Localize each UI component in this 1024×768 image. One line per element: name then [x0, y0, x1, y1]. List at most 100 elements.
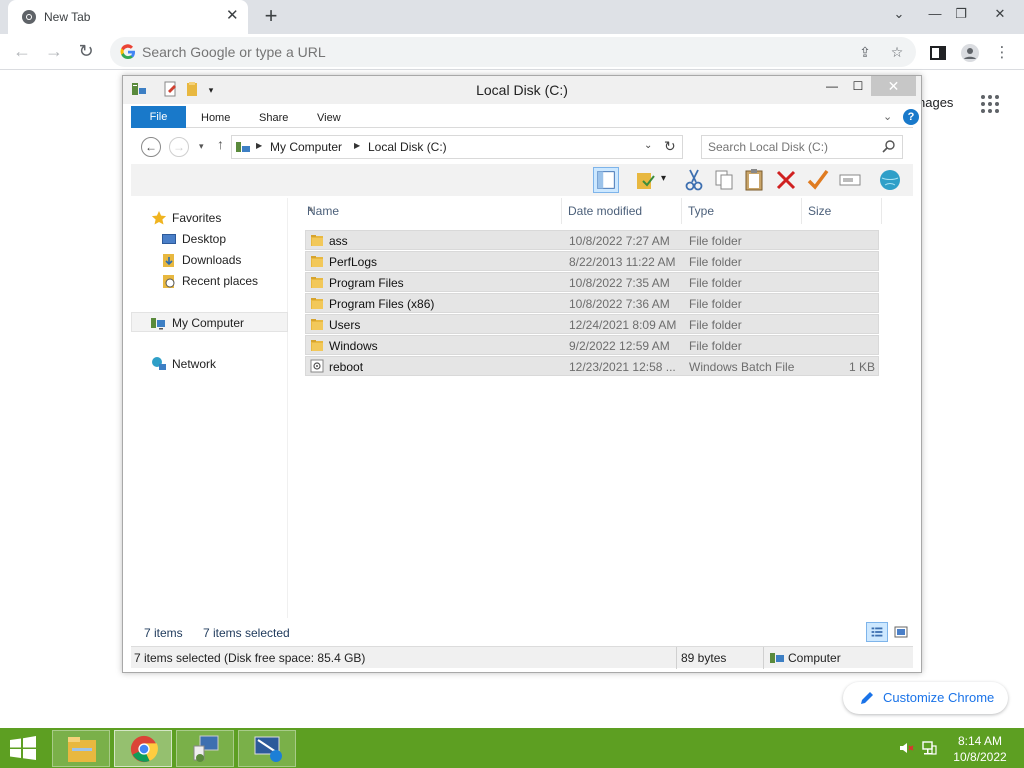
network-tray-icon[interactable] [921, 740, 937, 756]
large-icons-view-icon[interactable] [890, 622, 912, 642]
profile-avatar-icon[interactable] [960, 43, 980, 63]
address-bar[interactable]: ▶ My Computer ▶ Local Disk (C:) ⌄ ↻ [231, 135, 683, 159]
explorer-close-button[interactable]: ✕ [871, 76, 916, 96]
nav-downloads[interactable]: Downloads [131, 250, 288, 270]
computer-zone-icon [770, 653, 784, 663]
file-list: ▲ Name Date modified Type Size ass 10/8/2… [297, 198, 913, 618]
rename-checkmark-icon[interactable] [805, 167, 831, 193]
up-icon[interactable]: ↑ [217, 136, 224, 152]
column-type[interactable]: Type [682, 198, 802, 224]
new-tab-button[interactable]: + [260, 4, 282, 28]
explorer-forward-icon[interactable]: → [169, 137, 189, 157]
table-row[interactable]: Program Files (x86) 10/8/2022 7:36 AM File… [305, 293, 879, 313]
file-date: 9/2/2022 12:59 AM [569, 339, 670, 353]
nav-favorites[interactable]: Favorites [131, 208, 288, 228]
nav-label: Network [172, 357, 217, 371]
tab-search-icon[interactable]: ⌄ [889, 6, 909, 22]
images-link[interactable]: nages [918, 95, 953, 110]
rename-field-icon[interactable] [837, 167, 863, 193]
column-size[interactable]: Size [802, 198, 882, 224]
table-row[interactable]: ass 10/8/2022 7:27 AM File folder [305, 230, 879, 250]
taskbar-network-app[interactable] [176, 730, 234, 767]
properties-dropdown-icon[interactable]: ▾ [661, 173, 666, 184]
explorer-window: ▾ Local Disk (C:) — ☐ ✕ File Home Share … [122, 75, 922, 673]
address-dropdown-icon[interactable]: ⌄ [644, 140, 652, 151]
restore-icon[interactable]: ❐ [951, 6, 971, 22]
forward-icon[interactable]: → [42, 40, 66, 64]
clock[interactable]: 8:14 AM 10/8/2022 [948, 733, 1012, 765]
table-row[interactable]: Windows 9/2/2022 12:59 AM File folder [305, 335, 879, 355]
close-tab-icon[interactable]: ✕ [226, 8, 239, 24]
nav-recent-places[interactable]: Recent places [131, 271, 288, 291]
tab-view[interactable]: View [317, 106, 341, 128]
taskbar-remote-desktop[interactable] [238, 730, 296, 767]
explorer-minimize-icon[interactable]: — [821, 76, 843, 96]
breadcrumb-arrow-icon[interactable]: ▶ [354, 141, 360, 150]
explorer-search[interactable] [701, 135, 903, 159]
nav-network[interactable]: Network [131, 354, 288, 374]
copy-icon[interactable] [711, 167, 737, 193]
search-input[interactable] [708, 139, 878, 155]
minimize-icon[interactable]: — [925, 6, 945, 22]
file-type: File folder [689, 234, 742, 248]
explorer-maximize-icon[interactable]: ☐ [847, 76, 869, 96]
column-name[interactable]: ▲ Name [301, 198, 562, 224]
side-panel-icon[interactable] [928, 43, 948, 63]
status-bytes: 89 bytes [681, 651, 727, 665]
table-row[interactable]: Program Files 10/8/2022 7:35 AM File folde… [305, 272, 879, 292]
tab-new-tab[interactable]: New Tab ✕ [8, 0, 248, 34]
status-bar: 7 items selected (Disk free space: 85.4 … [131, 646, 913, 669]
paste-icon[interactable] [741, 167, 767, 193]
ribbon-expand-icon[interactable]: ⌄ [883, 110, 892, 123]
nav-my-computer[interactable]: My Computer [131, 312, 288, 332]
table-row[interactable]: Users 12/24/2021 8:09 AM File folder [305, 314, 879, 334]
recent-locations-icon[interactable]: ▾ [199, 141, 204, 152]
share-icon[interactable]: ⇪ [856, 43, 874, 61]
nav-label: My Computer [172, 316, 245, 330]
refresh-icon[interactable]: ↻ [664, 138, 676, 155]
file-name: ass [329, 234, 348, 248]
start-windows-icon[interactable] [8, 736, 38, 760]
preview-pane-icon[interactable] [593, 167, 619, 193]
volume-muted-icon[interactable] [898, 740, 914, 756]
file-type: File folder [689, 276, 742, 290]
file-type: File folder [689, 255, 742, 269]
taskbar-chrome[interactable] [114, 730, 172, 767]
explorer-back-icon[interactable]: ← [141, 137, 161, 157]
folder-icon [311, 319, 323, 330]
delete-icon[interactable] [773, 167, 799, 193]
chrome-menu-icon[interactable]: ⋮ [992, 43, 1012, 63]
google-g-icon [120, 44, 135, 60]
bookmark-star-icon[interactable]: ☆ [888, 43, 906, 61]
tab-file[interactable]: File [131, 106, 186, 128]
navigation-pane: Favorites Desktop Downloads Recent place… [131, 198, 288, 618]
back-icon[interactable]: ← [10, 40, 34, 64]
tab-share[interactable]: Share [259, 106, 288, 128]
details-view-icon[interactable] [866, 622, 888, 642]
breadcrumb-arrow-icon[interactable]: ▶ [256, 141, 262, 150]
breadcrumb-my-computer[interactable]: My Computer [270, 140, 342, 154]
search-icon[interactable] [882, 139, 896, 153]
nav-label: Downloads [182, 253, 242, 267]
file-type: Windows Batch File [689, 360, 795, 374]
table-row[interactable]: reboot 12/23/2021 12:58 ... Windows Batch … [305, 356, 879, 376]
column-date-modified[interactable]: Date modified [562, 198, 682, 224]
globe-icon[interactable] [877, 167, 903, 193]
properties-folder-icon[interactable] [633, 167, 659, 193]
nav-label: Recent places [182, 274, 259, 288]
omnibox[interactable]: ⇪ ☆ [110, 37, 916, 67]
chrome-toolbar: ← → ↻ ⇪ ☆ ⋮ [0, 34, 1024, 70]
table-row[interactable]: PerfLogs 8/22/2013 11:22 AM File folder [305, 251, 879, 271]
taskbar-file-explorer[interactable] [52, 730, 110, 767]
customize-chrome-button[interactable]: Customize Chrome [843, 682, 1008, 714]
help-icon[interactable]: ? [903, 109, 919, 125]
reload-icon[interactable]: ↻ [74, 40, 98, 64]
google-apps-icon[interactable] [980, 94, 1000, 114]
file-size: 1 KB [848, 360, 875, 374]
close-window-icon[interactable]: ✕ [990, 6, 1010, 22]
cut-icon[interactable] [681, 167, 707, 193]
tab-home[interactable]: Home [201, 106, 230, 128]
breadcrumb-local-disk[interactable]: Local Disk (C:) [368, 140, 447, 154]
nav-desktop[interactable]: Desktop [131, 229, 288, 249]
omnibox-input[interactable] [142, 42, 742, 62]
